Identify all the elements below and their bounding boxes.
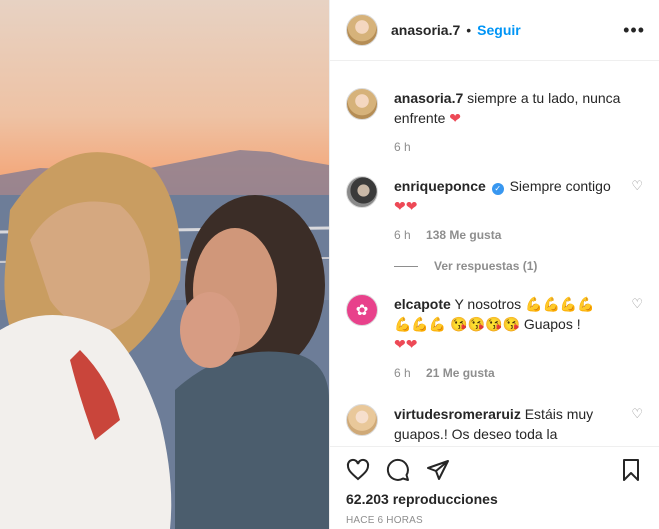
heart-icon[interactable] xyxy=(346,458,370,482)
post-header: anasoria.7 • Seguir ••• xyxy=(330,0,659,61)
share-icon[interactable] xyxy=(426,458,450,482)
comment-like-icon[interactable]: ♡ xyxy=(631,178,643,194)
comment-text: Y nosotros xyxy=(454,296,522,312)
caption-body: anasoria.7 siempre a tu lado, nunca enfr… xyxy=(394,88,643,128)
view-replies-label: Ver respuestas (1) xyxy=(434,259,538,273)
comment-username[interactable]: virtudesromeraruiz xyxy=(394,406,521,422)
comment-icon[interactable] xyxy=(386,458,410,482)
comment-body: enriqueponce ✓ Siempre contigo ❤❤ xyxy=(394,176,643,216)
comment-username[interactable]: enriqueponce xyxy=(394,178,486,194)
kiss-face-emoji: 😘😘😘😘 xyxy=(450,316,520,332)
comment-item: virtudesromeraruiz Estáis muy guapos.! O… xyxy=(346,404,643,444)
comment-time[interactable]: 6 h xyxy=(394,366,411,380)
comment-like-icon[interactable]: ♡ xyxy=(631,296,643,312)
comment-like-icon[interactable]: ♡ xyxy=(631,406,643,422)
comment-text: Siempre contigo xyxy=(509,178,611,194)
replies-divider xyxy=(394,265,418,267)
comment-time[interactable]: 6 h xyxy=(394,228,411,242)
heart-emoji: ❤❤ xyxy=(394,336,418,352)
author-avatar[interactable] xyxy=(346,14,378,46)
caption-meta: 6 h xyxy=(394,140,643,154)
follow-button[interactable]: Seguir xyxy=(477,22,521,38)
comment-meta: 6 h 138 Me gusta xyxy=(394,228,643,242)
post-video[interactable] xyxy=(0,0,329,529)
comment-text-after: Guapos ! xyxy=(523,316,581,332)
comment-likes[interactable]: 21 Me gusta xyxy=(426,366,495,380)
caption-username[interactable]: anasoria.7 xyxy=(394,90,463,106)
post-actions: 62.203 reproducciones HACE 6 HORAS xyxy=(330,446,659,529)
bookmark-icon[interactable] xyxy=(619,458,643,482)
comment-item: ✿ elcapote Y nosotros 💪💪💪💪 💪💪💪 😘😘😘😘 Guap… xyxy=(346,294,643,380)
author-username[interactable]: anasoria.7 xyxy=(391,22,460,38)
caption: anasoria.7 siempre a tu lado, nunca enfr… xyxy=(346,88,643,154)
commenter-avatar[interactable]: ✿ xyxy=(346,294,378,326)
views-count[interactable]: 62.203 reproducciones xyxy=(346,491,643,507)
instagram-post: anasoria.7 • Seguir ••• anasoria.7 siemp… xyxy=(0,0,659,529)
commenter-avatar[interactable] xyxy=(346,176,378,208)
flexed-biceps-emoji: 💪💪💪 xyxy=(394,316,447,332)
comment-item: enriqueponce ✓ Siempre contigo ❤❤ ♡ 6 h … xyxy=(346,176,643,242)
comment-meta: 6 h 21 Me gusta xyxy=(394,366,643,380)
separator-dot: • xyxy=(466,22,472,38)
heart-emoji: ❤ xyxy=(449,110,461,126)
view-replies-button[interactable]: Ver respuestas (1) xyxy=(394,259,537,273)
verified-badge-icon: ✓ xyxy=(491,183,504,195)
video-frame-image xyxy=(0,150,329,529)
commenter-avatar[interactable] xyxy=(346,404,378,436)
comments-list[interactable]: anasoria.7 siempre a tu lado, nunca enfr… xyxy=(330,62,659,446)
comment-body: virtudesromeraruiz Estáis muy guapos.! O… xyxy=(394,404,643,444)
heart-emoji: ❤❤ xyxy=(394,198,418,214)
post-timestamp[interactable]: HACE 6 HORAS xyxy=(346,515,643,526)
comment-username[interactable]: elcapote xyxy=(394,296,451,312)
action-icons xyxy=(346,447,643,493)
comment-body: elcapote Y nosotros 💪💪💪💪 💪💪💪 😘😘😘😘 Guapos… xyxy=(394,294,643,354)
flexed-biceps-emoji: 💪💪💪💪 xyxy=(525,296,595,312)
caption-avatar[interactable] xyxy=(346,88,378,120)
more-options-icon[interactable]: ••• xyxy=(623,20,645,41)
caption-time[interactable]: 6 h xyxy=(394,140,411,154)
comment-likes[interactable]: 138 Me gusta xyxy=(426,228,501,242)
post-sidebar: anasoria.7 • Seguir ••• anasoria.7 siemp… xyxy=(329,0,659,529)
